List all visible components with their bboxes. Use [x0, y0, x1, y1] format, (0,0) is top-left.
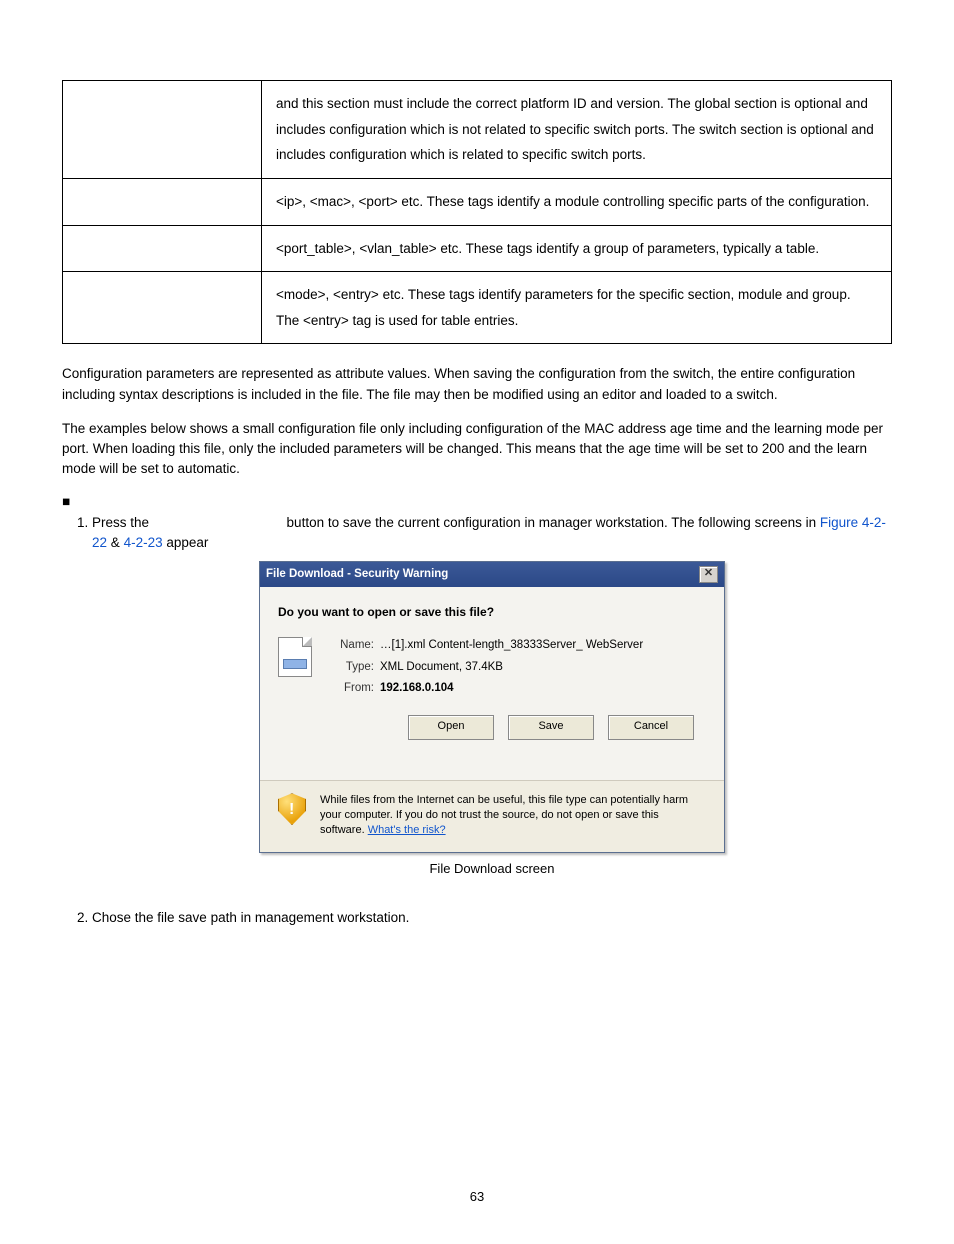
table-row: <ip>, <mac>, <port> etc. These tags iden… [63, 178, 892, 225]
row-desc: <port_table>, <vlan_table> etc. These ta… [262, 225, 892, 272]
row-desc: and this section must include the correc… [262, 81, 892, 179]
page-number: 63 [62, 1189, 892, 1204]
type-label: Type: [330, 659, 374, 676]
square-bullet-icon: ■ [62, 494, 72, 509]
step-text: Chose the file save path in management w… [92, 910, 409, 925]
file-download-dialog: File Download - Security Warning ✕ Do yo… [259, 561, 725, 853]
body-paragraph: The examples below shows a small configu… [62, 419, 892, 480]
close-button[interactable]: ✕ [699, 566, 718, 583]
shield-warning-icon: ! [278, 793, 306, 825]
cancel-button[interactable]: Cancel [608, 715, 694, 740]
steps-list: Press the button to save the current con… [62, 513, 892, 929]
from-label: From: [330, 680, 374, 697]
table-row: <mode>, <entry> etc. These tags identify… [63, 272, 892, 344]
table-row: and this section must include the correc… [63, 81, 892, 179]
figure-link[interactable]: 4-2-23 [124, 535, 163, 550]
dialog-question: Do you want to open or save this file? [278, 603, 706, 621]
row-label [63, 225, 262, 272]
row-label [63, 178, 262, 225]
row-desc: <mode>, <entry> etc. These tags identify… [262, 272, 892, 344]
file-icon [278, 637, 312, 677]
body-paragraph: Configuration parameters are represented… [62, 364, 892, 405]
row-desc: <ip>, <mac>, <port> etc. These tags iden… [262, 178, 892, 225]
name-value: …[1].xml Content-length_38333Server_ Web… [380, 637, 643, 654]
row-label [63, 272, 262, 344]
dialog-title: File Download - Security Warning [266, 566, 448, 583]
save-button[interactable]: Save [508, 715, 594, 740]
from-value: 192.168.0.104 [380, 680, 454, 697]
open-button[interactable]: Open [408, 715, 494, 740]
table-row: <port_table>, <vlan_table> etc. These ta… [63, 225, 892, 272]
list-item: Press the button to save the current con… [92, 513, 892, 879]
list-item: Chose the file save path in management w… [92, 908, 892, 928]
figure-caption: File Download screen [92, 859, 892, 879]
bullet: ■ [62, 494, 892, 509]
type-value: XML Document, 37.4KB [380, 659, 503, 676]
step-text: button to save the current configuration… [287, 515, 820, 530]
warning-text: While files from the Internet can be use… [320, 793, 706, 838]
step-text: & [111, 535, 124, 550]
tag-description-table: and this section must include the correc… [62, 80, 892, 344]
step-text: appear [166, 535, 208, 550]
row-label [63, 81, 262, 179]
step-text: Press the [92, 515, 153, 530]
risk-link[interactable]: What's the risk? [368, 824, 446, 836]
name-label: Name: [330, 637, 374, 654]
dialog-titlebar: File Download - Security Warning ✕ [260, 562, 724, 587]
